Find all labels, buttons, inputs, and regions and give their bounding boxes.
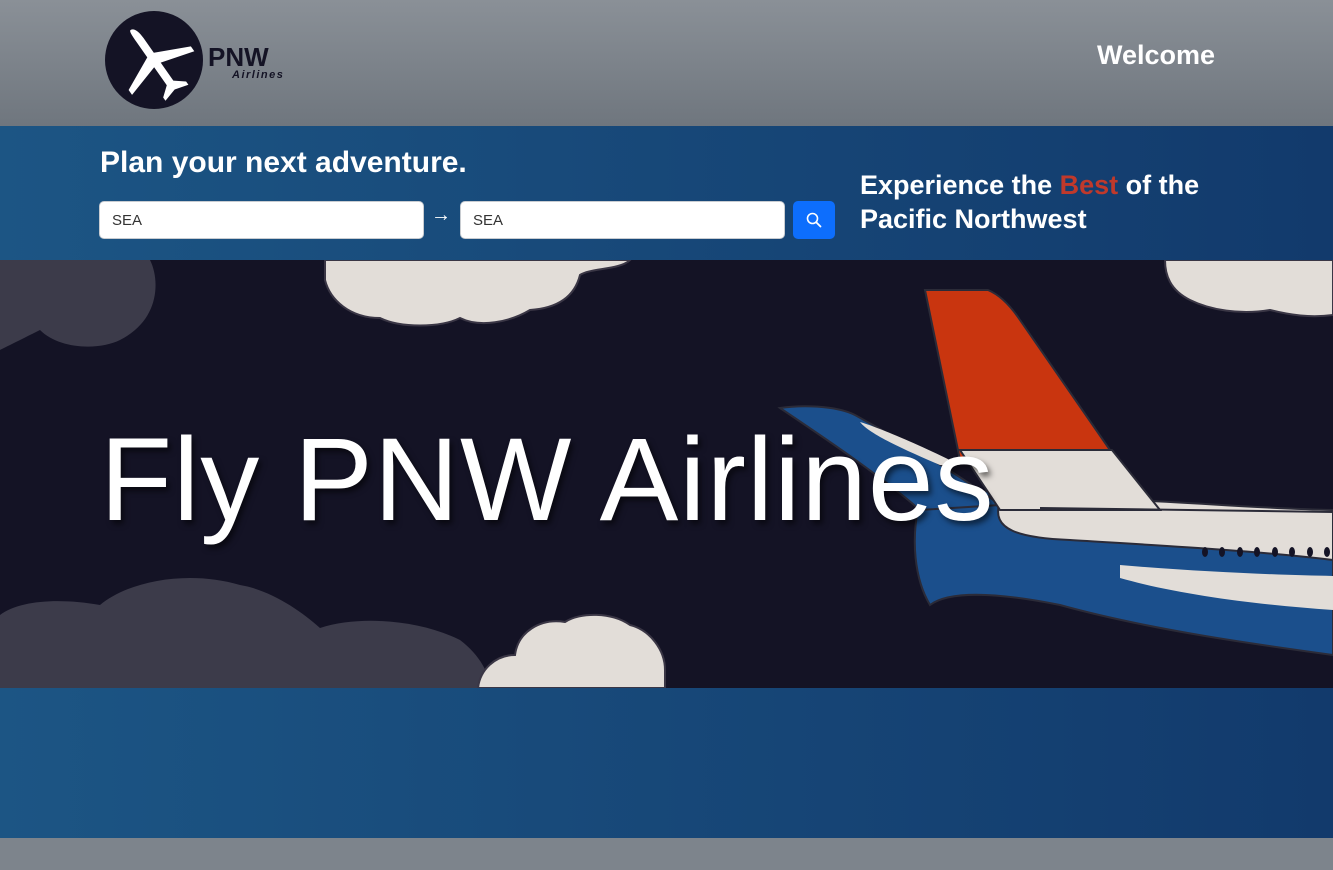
pnw-airlines-logo[interactable]: PNW Airlines [104, 10, 304, 110]
search-band: Plan your next adventure. → Experience t… [0, 126, 1333, 260]
dark-cloud-bottom [0, 577, 490, 688]
footer [0, 838, 1333, 870]
top-header: PNW Airlines Welcome [0, 0, 1333, 126]
lower-band [0, 688, 1333, 838]
tagline-accent: Best [1059, 170, 1119, 200]
hero-title: Fly PNW Airlines [100, 414, 995, 546]
search-icon [806, 212, 822, 228]
welcome-link[interactable]: Welcome [1097, 40, 1215, 71]
light-cloud-bottom [476, 613, 666, 688]
tagline: Experience the Best of the Pacific North… [860, 168, 1220, 236]
logo-sub: Airlines [231, 69, 284, 81]
logo-name: PNW [208, 42, 269, 72]
search-button[interactable] [793, 201, 835, 239]
arrow-right-icon: → [431, 204, 451, 226]
plan-title: Plan your next adventure. [100, 146, 467, 179]
dark-cloud-top-left [0, 260, 156, 350]
tagline-part1: Experience the [860, 170, 1060, 200]
light-cloud-top-right [1163, 260, 1333, 318]
origin-input[interactable] [99, 201, 424, 239]
destination-input[interactable] [460, 201, 785, 239]
light-cloud-top [324, 260, 632, 327]
hero-banner: Fly PNW Airlines [0, 260, 1333, 688]
